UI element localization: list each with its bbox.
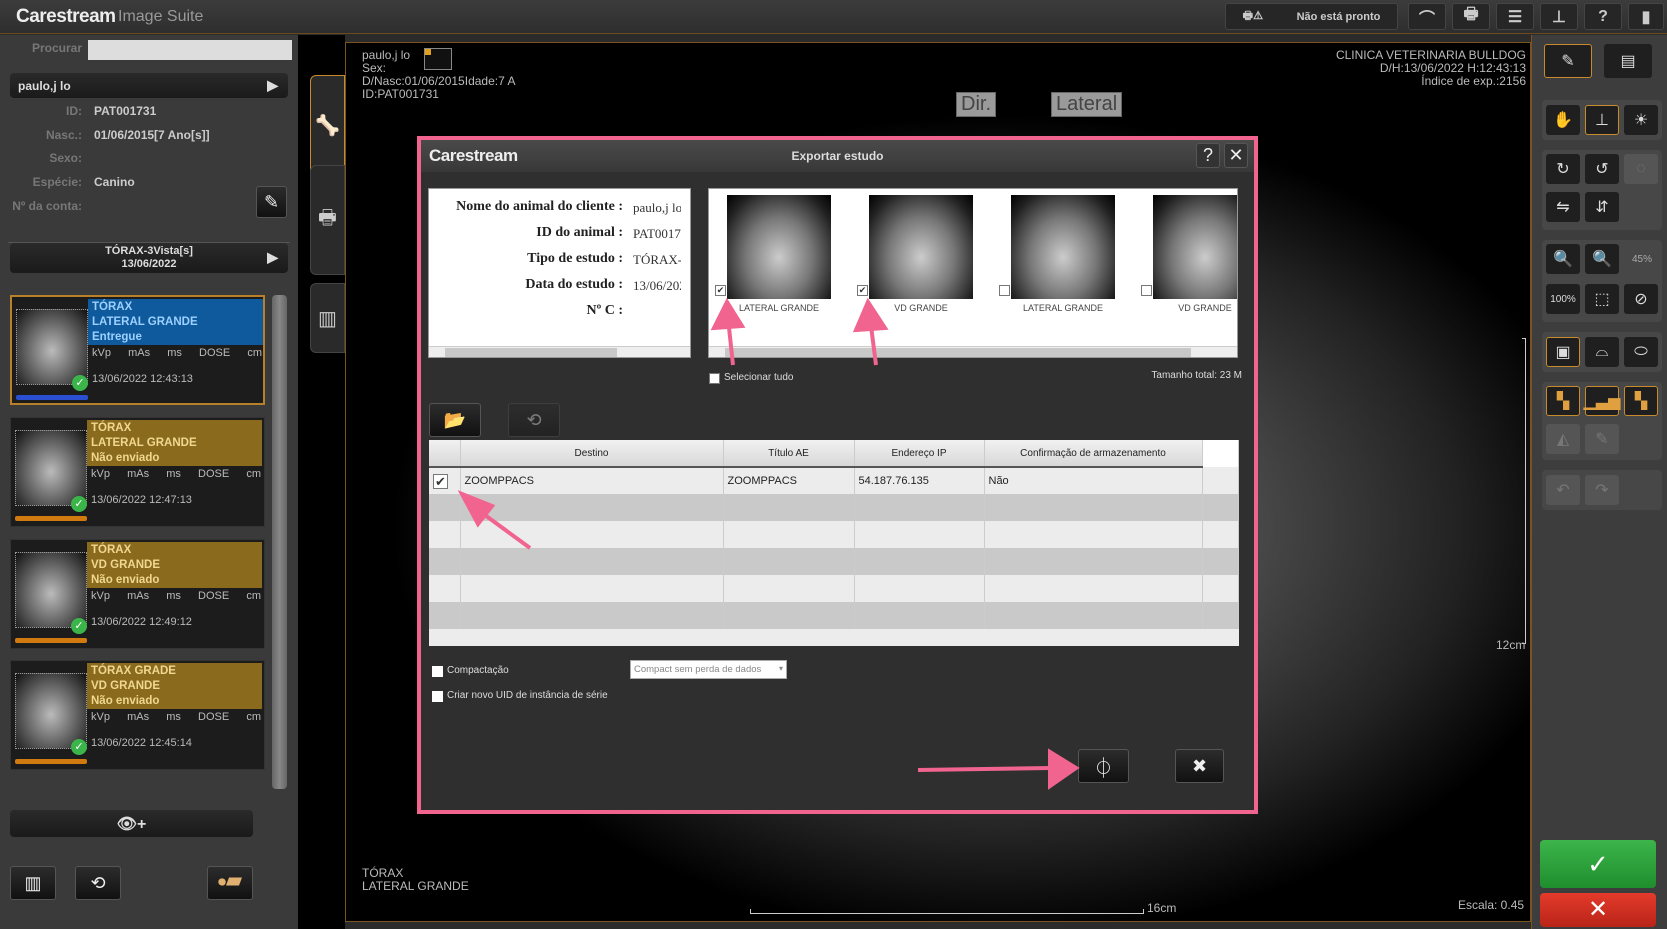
pink-arrow xyxy=(918,752,1076,786)
pink-arrow xyxy=(856,302,885,365)
pink-arrow xyxy=(462,494,530,548)
annotation-arrows xyxy=(0,0,1667,929)
pink-arrow xyxy=(714,302,742,365)
